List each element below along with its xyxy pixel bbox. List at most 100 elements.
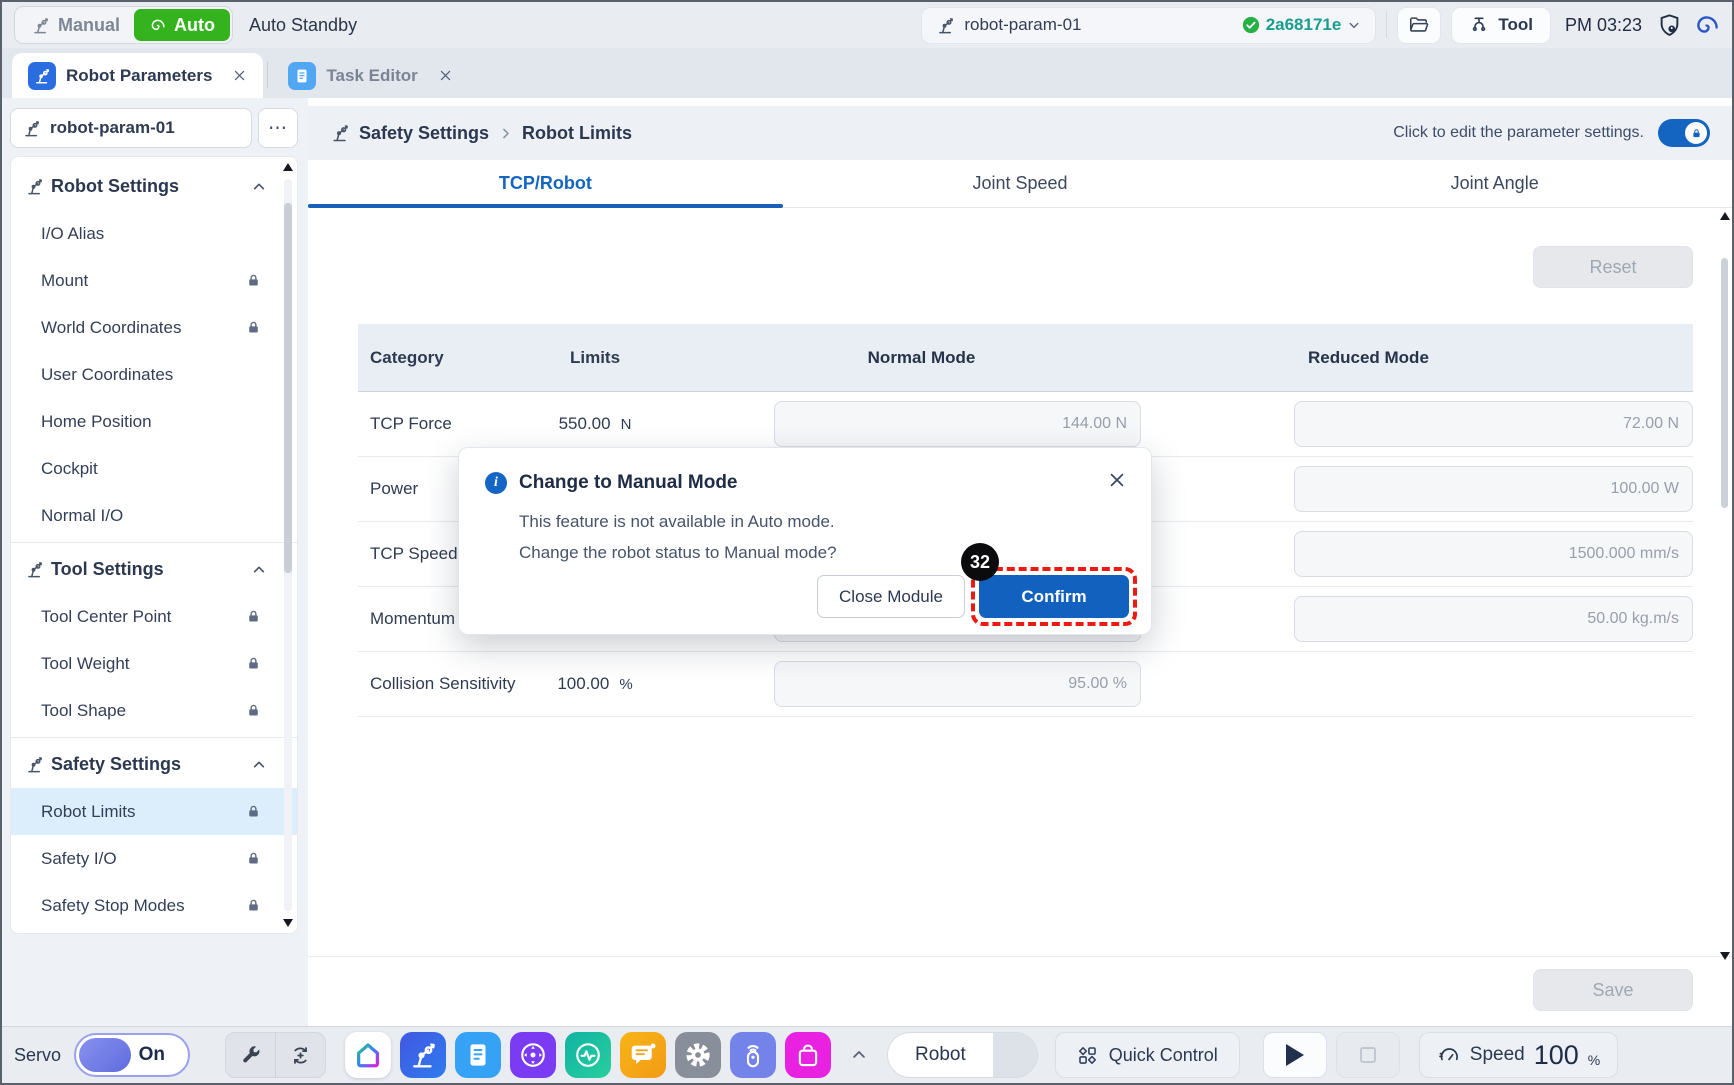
sidebar-item-robot-limits[interactable]: Robot Limits bbox=[11, 788, 297, 835]
tab-task-editor[interactable]: Task Editor bbox=[272, 53, 468, 98]
normal-mode-input[interactable]: 144.00 N bbox=[774, 401, 1141, 447]
servo-toggle[interactable]: On bbox=[74, 1033, 190, 1077]
sidebar-item-cockpit[interactable]: Cockpit bbox=[11, 445, 297, 492]
window-tab-strip: Robot Parameters Task Editor bbox=[2, 48, 1732, 98]
speed-control[interactable]: Speed 100 % bbox=[1419, 1032, 1618, 1078]
tool-button[interactable]: Tool bbox=[1451, 7, 1551, 44]
play-icon bbox=[1286, 1044, 1304, 1066]
reduced-mode-input[interactable]: 1500.000 mm/s bbox=[1294, 531, 1693, 577]
app-home-button[interactable] bbox=[345, 1032, 391, 1078]
scroll-down-arrow[interactable] bbox=[283, 919, 293, 927]
reset-button[interactable]: Reset bbox=[1533, 246, 1693, 288]
collision-spiral-icon[interactable] bbox=[1693, 12, 1720, 39]
scroll-up-arrow[interactable] bbox=[283, 163, 293, 171]
item-label: User Coordinates bbox=[41, 365, 173, 385]
open-file-button[interactable] bbox=[1397, 7, 1441, 44]
item-label: Robot Limits bbox=[41, 802, 135, 822]
main-scrollbar[interactable] bbox=[1719, 210, 1730, 962]
confirm-button[interactable]: Confirm bbox=[979, 575, 1129, 618]
chevron-up-icon[interactable] bbox=[251, 562, 267, 578]
save-button[interactable]: Save bbox=[1533, 969, 1693, 1011]
play-button[interactable] bbox=[1263, 1032, 1327, 1078]
stop-button[interactable] bbox=[1336, 1032, 1400, 1078]
sidebar-item-tool-shape[interactable]: Tool Shape bbox=[11, 687, 297, 734]
chevron-up-icon bbox=[850, 1046, 868, 1064]
robot-selector-extension[interactable] bbox=[993, 1033, 1037, 1077]
lock-icon bbox=[246, 320, 261, 335]
sidebar-item-io-alias[interactable]: I/O Alias bbox=[11, 210, 297, 257]
close-tab-icon[interactable] bbox=[438, 68, 453, 83]
task-editor-tab-icon bbox=[288, 62, 316, 90]
item-label: Safety Stop Modes bbox=[41, 896, 185, 916]
section-tool-settings[interactable]: Tool Settings bbox=[11, 546, 297, 593]
divider bbox=[267, 62, 268, 88]
sidebar-item-normal-io[interactable]: Normal I/O bbox=[11, 492, 297, 539]
sidebar-scrollbar[interactable] bbox=[282, 161, 294, 929]
scrollbar-thumb[interactable] bbox=[284, 203, 292, 573]
app-settings-button[interactable] bbox=[675, 1032, 721, 1078]
speedometer-icon bbox=[1437, 1043, 1461, 1067]
breadcrumb-section[interactable]: Safety Settings bbox=[359, 123, 489, 144]
app-store-button[interactable] bbox=[785, 1032, 831, 1078]
chevron-up-icon[interactable] bbox=[251, 179, 267, 195]
edit-lock-toggle[interactable] bbox=[1658, 119, 1710, 147]
version-indicator[interactable]: 2a68171e bbox=[1242, 15, 1362, 35]
close-module-button[interactable]: Close Module bbox=[817, 575, 965, 618]
close-tab-icon[interactable] bbox=[232, 68, 247, 83]
speed-label: Speed bbox=[1470, 1044, 1525, 1066]
robot-arm-icon bbox=[936, 16, 955, 35]
active-parameter-selector[interactable]: robot-param-01 2a68171e bbox=[921, 7, 1376, 44]
safety-guard-icon[interactable] bbox=[1656, 12, 1683, 39]
section-robot-settings[interactable]: Robot Settings bbox=[11, 163, 297, 210]
robot-arm-icon bbox=[22, 119, 41, 138]
scrollbar-thumb[interactable] bbox=[1721, 258, 1728, 508]
normal-mode-input[interactable]: 95.00 % bbox=[774, 661, 1141, 707]
header-reduced-mode: Reduced Mode bbox=[1278, 348, 1693, 368]
sidebar-item-safety-stop-modes[interactable]: Safety Stop Modes bbox=[11, 882, 297, 929]
sidebar-item-tool-center-point[interactable]: Tool Center Point bbox=[11, 593, 297, 640]
clock: PM 03:23 bbox=[1565, 15, 1642, 36]
parameter-name-field[interactable]: robot-param-01 bbox=[10, 108, 252, 148]
sidebar-item-tool-weight[interactable]: Tool Weight bbox=[11, 640, 297, 687]
section-safety-settings[interactable]: Safety Settings bbox=[11, 741, 297, 788]
table-row-collision-sensitivity: Collision Sensitivity 100.00% 95.00 % bbox=[358, 652, 1693, 717]
settings-wrench-button[interactable] bbox=[226, 1032, 275, 1078]
sidebar-item-mount[interactable]: Mount bbox=[11, 257, 297, 304]
tab-robot-parameters[interactable]: Robot Parameters bbox=[12, 53, 263, 98]
robot-selector-button[interactable]: Robot bbox=[888, 1033, 993, 1077]
parameter-options-button[interactable]: ⋯ bbox=[258, 108, 298, 148]
manual-mode-button[interactable]: Manual bbox=[17, 9, 134, 41]
app-monitoring-button[interactable] bbox=[565, 1032, 611, 1078]
lock-icon bbox=[1691, 128, 1702, 139]
scroll-up-arrow[interactable] bbox=[1720, 212, 1730, 220]
app-robot-parameters-button[interactable] bbox=[400, 1032, 446, 1078]
sync-update-button[interactable] bbox=[276, 1032, 325, 1078]
home-icon bbox=[353, 1040, 383, 1070]
dock-collapse-button[interactable] bbox=[844, 1040, 874, 1070]
tab-joint-speed[interactable]: Joint Speed bbox=[783, 160, 1258, 207]
app-remote-control-button[interactable] bbox=[730, 1032, 776, 1078]
lock-icon bbox=[246, 273, 261, 288]
tab-tcp-robot[interactable]: TCP/Robot bbox=[308, 160, 783, 207]
tab-joint-angle[interactable]: Joint Angle bbox=[1257, 160, 1732, 207]
reduced-mode-input[interactable]: 72.00 N bbox=[1294, 401, 1693, 447]
dialog-close-icon[interactable] bbox=[1107, 470, 1127, 490]
reduced-mode-input[interactable]: 50.00 kg.m/s bbox=[1294, 596, 1693, 642]
stop-icon bbox=[1360, 1047, 1376, 1063]
chevron-up-icon[interactable] bbox=[251, 757, 267, 773]
scroll-down-arrow[interactable] bbox=[1720, 952, 1730, 960]
topbar-right-cluster: robot-param-01 2a68171e Too bbox=[921, 7, 1720, 44]
auto-mode-button[interactable]: Auto bbox=[134, 9, 230, 41]
app-jog-control-button[interactable] bbox=[510, 1032, 556, 1078]
quick-control-button[interactable]: Quick Control bbox=[1055, 1032, 1240, 1078]
app-messages-button[interactable] bbox=[620, 1032, 666, 1078]
sidebar-item-home-position[interactable]: Home Position bbox=[11, 398, 297, 445]
sidebar-item-world-coordinates[interactable]: World Coordinates bbox=[11, 304, 297, 351]
app-task-editor-button[interactable] bbox=[455, 1032, 501, 1078]
tool-gripper-icon bbox=[1469, 15, 1489, 35]
sidebar-item-safety-io[interactable]: Safety I/O bbox=[11, 835, 297, 882]
divider bbox=[11, 542, 297, 543]
sidebar-item-user-coordinates[interactable]: User Coordinates bbox=[11, 351, 297, 398]
reduced-mode-input[interactable]: 100.00 W bbox=[1294, 466, 1693, 512]
limit-unit: N bbox=[621, 416, 632, 433]
